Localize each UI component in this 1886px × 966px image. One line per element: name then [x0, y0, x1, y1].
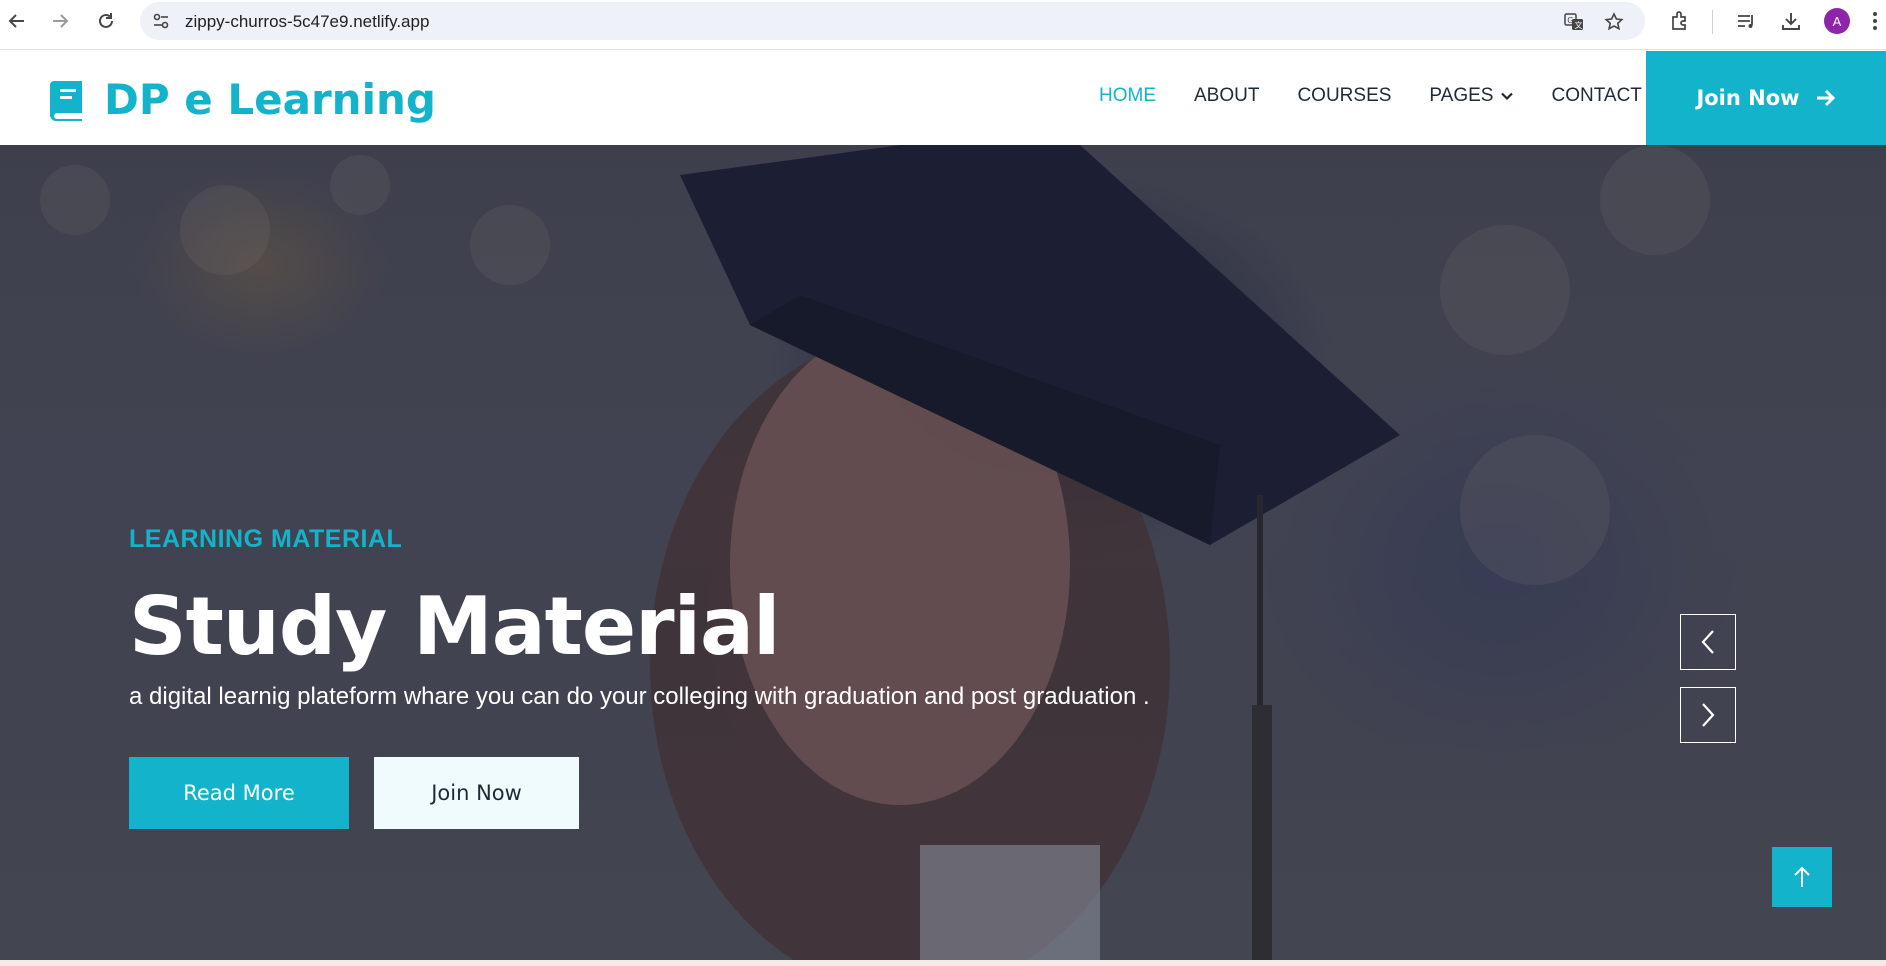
nav-contact[interactable]: CONTACT — [1551, 85, 1641, 107]
hero-subtitle: a digital learnig plateform whare you ca… — [129, 683, 1150, 710]
join-now-header-label: Join Now — [1696, 86, 1800, 110]
nav-about[interactable]: ABOUT — [1194, 85, 1259, 107]
hero-carousel: LEARNING MATERIAL Study Material a digit… — [0, 145, 1886, 960]
back-to-top-button[interactable] — [1772, 847, 1832, 907]
menu-dots-icon[interactable] — [1868, 9, 1882, 33]
brand-name: DP e Learning — [104, 75, 436, 124]
toolbar-divider — [1712, 10, 1713, 34]
hero-title: Study Material — [129, 580, 780, 673]
reload-icon[interactable] — [93, 8, 119, 34]
svg-text:G: G — [1567, 16, 1573, 25]
svg-text:文: 文 — [1575, 20, 1583, 30]
carousel-prev-button[interactable] — [1680, 614, 1736, 670]
hero-buttons: Read More Join Now — [129, 757, 1150, 829]
read-more-button[interactable]: Read More — [129, 757, 349, 829]
page-bottom-edge — [0, 960, 1886, 966]
chevron-right-icon — [1702, 703, 1715, 727]
chevron-down-icon — [1501, 92, 1514, 100]
download-icon[interactable] — [1779, 9, 1803, 33]
profile-avatar[interactable]: A — [1824, 8, 1850, 34]
address-bar[interactable]: zippy-churros-5c47e9.netlify.app G文 — [140, 2, 1645, 40]
nav-home[interactable]: HOME — [1099, 85, 1156, 107]
brand-logo[interactable]: DP e Learning — [48, 75, 436, 124]
forward-arrow-icon[interactable] — [47, 8, 73, 34]
site-info-icon[interactable] — [150, 10, 172, 32]
back-arrow-icon[interactable] — [4, 8, 30, 34]
arrow-right-icon — [1816, 89, 1835, 107]
bookmark-star-icon[interactable] — [1603, 11, 1625, 33]
nav-pages[interactable]: PAGES — [1429, 85, 1514, 107]
carousel-next-button[interactable] — [1680, 687, 1736, 743]
hero-eyebrow: LEARNING MATERIAL — [129, 525, 403, 553]
url-text: zippy-churros-5c47e9.netlify.app — [185, 12, 430, 31]
translate-icon[interactable]: G文 — [1563, 11, 1585, 33]
nav-courses[interactable]: COURSES — [1297, 85, 1391, 107]
extensions-icon[interactable] — [1668, 9, 1692, 33]
browser-toolbar: zippy-churros-5c47e9.netlify.app G文 A — [0, 0, 1886, 50]
chevron-left-icon — [1701, 630, 1714, 654]
site-navbar: DP e Learning HOME ABOUT COURSES PAGES C… — [0, 51, 1886, 145]
main-nav: HOME ABOUT COURSES PAGES CONTACT — [1099, 85, 1680, 107]
join-now-hero-button[interactable]: Join Now — [374, 757, 579, 829]
reading-list-icon[interactable] — [1734, 9, 1758, 33]
join-now-header-button[interactable]: Join Now — [1646, 51, 1886, 145]
arrow-up-icon — [1794, 866, 1810, 887]
nav-pages-label: PAGES — [1429, 85, 1494, 106]
hero-content: LEARNING MATERIAL Study Material a digit… — [129, 525, 1150, 829]
book-icon — [50, 80, 82, 121]
